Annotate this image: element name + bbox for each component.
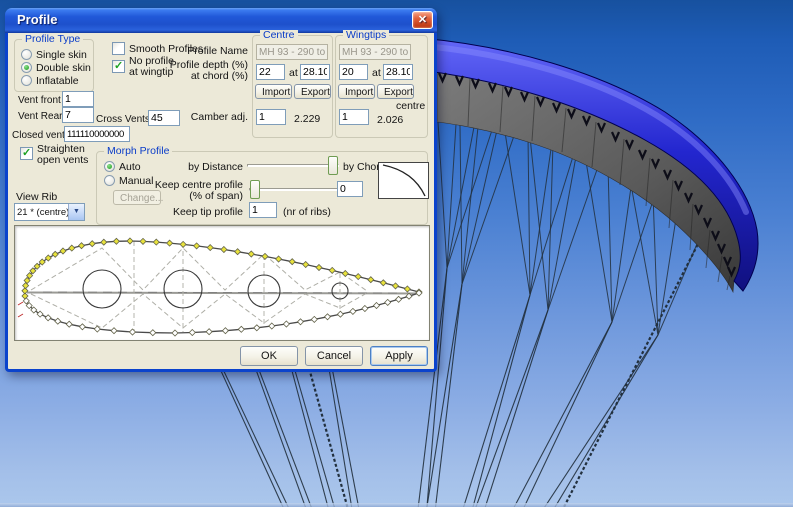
cross-vents-label: Cross Vents [96, 114, 150, 126]
vent-front-input[interactable] [62, 91, 94, 107]
profile-name-label: Profile Name [158, 45, 248, 57]
radio-inflatable-label: Inflatable [36, 75, 79, 87]
by-distance-label: by Distance [157, 161, 243, 173]
centre-group-title: Centre [260, 30, 298, 41]
keep-centre-slider-thumb[interactable] [250, 180, 260, 199]
radio-single-skin[interactable] [21, 49, 32, 60]
by-distance-slider-track[interactable] [247, 164, 339, 167]
radio-morph-auto[interactable] [104, 161, 115, 172]
morph-group-title: Morph Profile [104, 146, 172, 157]
profile-type-title: Profile Type [22, 34, 83, 45]
centre-depth-input[interactable] [256, 64, 285, 80]
wingtips-chord-input[interactable] [383, 64, 413, 80]
by-distance-slider-thumb[interactable] [328, 156, 338, 175]
centre-camber-input[interactable] [256, 109, 286, 125]
centre-camber-value: 2.229 [294, 113, 320, 125]
check-icon: ✓ [114, 61, 124, 71]
keep-centre-slider-track[interactable] [249, 188, 339, 191]
radio-double-skin-label: Double skin [36, 62, 91, 74]
radio-single-skin-label: Single skin [36, 49, 87, 61]
centre-note-label: centre [396, 100, 425, 112]
wingtips-depth-input[interactable] [339, 64, 368, 80]
radio-double-skin[interactable] [21, 62, 32, 73]
straighten-label-2: open vents [37, 154, 88, 166]
wingtips-export-button[interactable]: Export [377, 84, 414, 99]
keep-centre-input[interactable] [337, 181, 363, 197]
chevron-down-icon[interactable]: ▼ [68, 204, 84, 220]
wingtips-camber-input[interactable] [339, 109, 369, 125]
wingtips-profile-name-input [339, 44, 411, 60]
smooth-profiles-checkbox[interactable]: ✓ [112, 42, 125, 55]
keep-tip-suffix: (nr of ribs) [283, 206, 331, 218]
dialog-title: Profile [17, 12, 57, 27]
view-rib-label: View Rib [16, 191, 57, 203]
straighten-checkbox[interactable]: ✓ [20, 147, 33, 160]
cancel-button[interactable]: Cancel [305, 346, 363, 366]
apply-button[interactable]: Apply [370, 346, 428, 366]
profile-dialog: Profile ✕ Profile Type Single skin Doubl… [5, 8, 437, 372]
keep-centre-label-2: (% of span) [127, 190, 243, 202]
view-rib-value: 21 * (centre) [17, 207, 69, 218]
wingtips-at-label: at [372, 67, 381, 79]
close-icon[interactable]: ✕ [412, 11, 433, 29]
at-chord-label: at chord (%) [148, 70, 248, 82]
radio-inflatable[interactable] [21, 75, 32, 86]
radio-morph-auto-label: Auto [119, 161, 141, 173]
wingtips-import-button[interactable]: Import [338, 84, 375, 99]
no-profile-checkbox[interactable]: ✓ [112, 60, 125, 73]
vent-rear-label: Vent Rear [18, 111, 62, 123]
check-icon: ✓ [22, 148, 32, 158]
ok-button[interactable]: OK [240, 346, 298, 366]
centre-import-button[interactable]: Import [255, 84, 292, 99]
vent-front-label: Vent front [18, 95, 61, 107]
view-rib-dropdown[interactable]: 21 * (centre) ▼ [14, 203, 85, 221]
closed-vents-label: Closed vents [12, 130, 70, 142]
centre-chord-input[interactable] [300, 64, 330, 80]
morph-profile-group: Morph Profile Auto Manual Change... by D… [96, 151, 428, 225]
airfoil-preview-panel [14, 225, 430, 341]
centre-profile-name-input [256, 44, 328, 60]
centre-at-label: at [289, 67, 298, 79]
keep-tip-input[interactable] [249, 202, 277, 218]
wingtips-group-title: Wingtips [343, 30, 389, 41]
centre-export-button[interactable]: Export [294, 84, 331, 99]
keep-tip-label: Keep tip profile [137, 206, 243, 218]
camber-adj-label: Camber adj. [158, 111, 248, 123]
centre-group: Centre at Import Export 2.229 [252, 35, 333, 138]
dialog-body: Profile Type Single skin Double skin Inf… [8, 33, 434, 369]
window-bottom-edge [0, 503, 793, 507]
wingtips-camber-value: 2.026 [377, 114, 403, 126]
profile-type-group: Profile Type Single skin Double skin Inf… [14, 39, 94, 92]
morph-curve-graph [378, 162, 429, 199]
by-distance-slider[interactable] [247, 156, 339, 175]
vent-rear-input[interactable] [62, 107, 94, 123]
wingtips-group: Wingtips at Import Export centre 2.026 [335, 35, 428, 138]
radio-morph-manual[interactable] [104, 175, 115, 186]
keep-centre-slider[interactable] [249, 180, 339, 199]
closed-vents-input[interactable] [64, 126, 130, 142]
